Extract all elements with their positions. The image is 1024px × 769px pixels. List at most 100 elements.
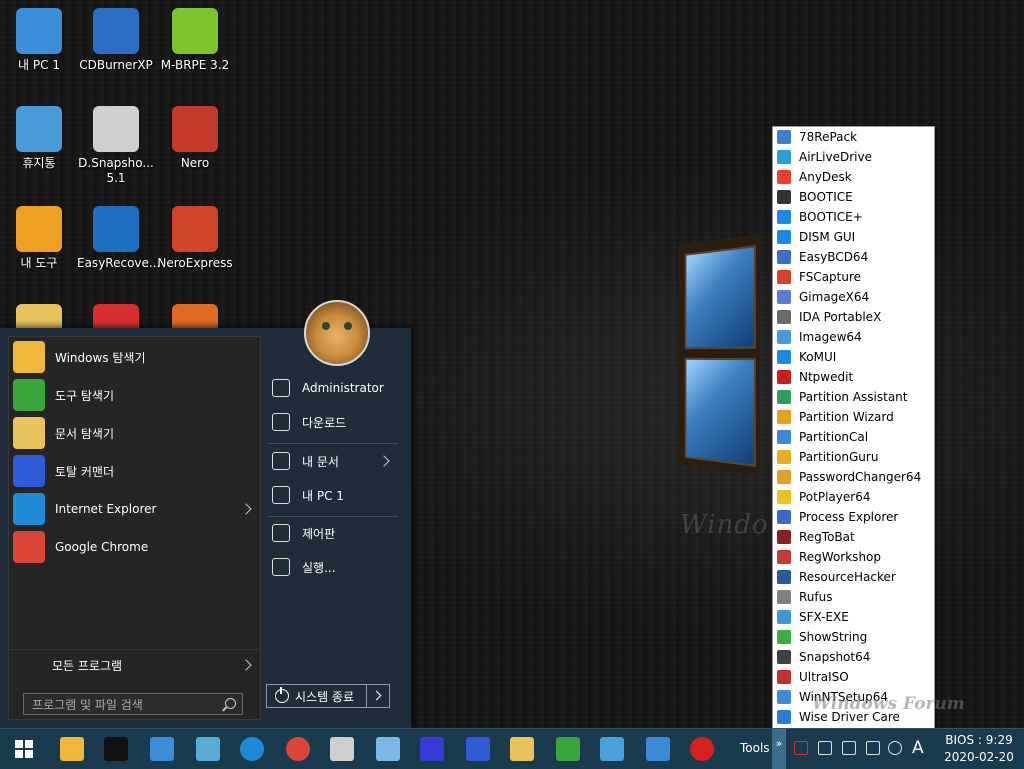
tools-explorer-icon[interactable] <box>556 737 580 761</box>
drive-icon[interactable] <box>330 737 354 761</box>
tools-menu-item[interactable]: Snapshot64 <box>774 647 932 667</box>
computer-icon[interactable] <box>150 737 174 761</box>
tools-menu-item-label: Partition Assistant <box>799 390 908 404</box>
tools-menu-item[interactable]: PartitionCal <box>774 427 932 447</box>
pinned-program-item[interactable]: 도구 탐색기 <box>9 377 260 413</box>
display-tray-icon[interactable] <box>818 741 832 755</box>
tools-menu-item[interactable]: KoMUI <box>774 347 932 367</box>
pinned-program-label: 문서 탐색기 <box>55 426 115 441</box>
qr-tool-icon[interactable] <box>420 737 444 761</box>
start-button[interactable] <box>0 729 48 769</box>
tools-menu-item[interactable]: RegToBat <box>774 527 932 547</box>
tools-menu-item[interactable]: GimageX64 <box>774 287 932 307</box>
tools-menu-item[interactable]: BOOTICE <box>774 187 932 207</box>
pinned-program-label: Internet Explorer <box>55 502 157 516</box>
tools-menu-item-label: IDA PortableX <box>799 310 882 324</box>
start-place-item[interactable]: Administrator <box>268 371 398 405</box>
documents-explorer-icon[interactable] <box>510 737 534 761</box>
start-place-label: 다운로드 <box>302 415 347 430</box>
input-method-indicator[interactable]: A <box>912 738 924 758</box>
tools-menu-item[interactable]: Imagew64 <box>774 327 932 347</box>
tools-menu-item[interactable]: AirLiveDrive <box>774 147 932 167</box>
tools-menu-item[interactable]: Process Explorer <box>774 507 932 527</box>
desktop-icon[interactable]: EasyRecove... <box>77 206 160 271</box>
monitor-tray-icon[interactable] <box>866 741 880 755</box>
tools-menu-item[interactable]: DISM GUI <box>774 227 932 247</box>
wallpaper-windows-text: Windo <box>680 510 769 540</box>
all-programs-button[interactable]: 모든 프로그램 <box>9 649 260 680</box>
tool-app-icon <box>777 610 791 624</box>
tools-menu-item[interactable]: Partition Wizard <box>774 407 932 427</box>
shutdown-options-arrow[interactable] <box>366 685 389 707</box>
pinned-program-item[interactable]: Windows 탐색기 <box>9 339 260 375</box>
tools-menu-item[interactable]: UltraISO <box>774 667 932 687</box>
tool-app-icon <box>777 250 791 264</box>
desktop-icon[interactable]: M-BRPE 3.2 <box>156 8 234 73</box>
tools-menu-item[interactable]: Ntpwedit <box>774 367 932 387</box>
user-avatar[interactable] <box>304 300 370 366</box>
desktop-icon-label: NeroExpress <box>157 256 233 270</box>
start-place-item[interactable]: 내 문서 <box>268 444 398 478</box>
desktop-icon[interactable]: Nero <box>156 106 234 171</box>
desktop-icon[interactable]: NeroExpress <box>156 206 234 271</box>
tools-menu-item[interactable]: PasswordChanger64 <box>774 467 932 487</box>
forum-watermark: Windows Forum <box>812 694 965 714</box>
pinned-program-item[interactable]: 문서 탐색기 <box>9 415 260 451</box>
tools-menu-item[interactable]: Partition Assistant <box>774 387 932 407</box>
tools-menu-item[interactable]: BOOTICE+ <box>774 207 932 227</box>
volume-icon[interactable] <box>888 741 902 755</box>
notepad-icon[interactable] <box>376 737 400 761</box>
network-tray-icon[interactable] <box>842 741 856 755</box>
power-icon[interactable] <box>690 737 714 761</box>
star-icon <box>272 452 290 470</box>
tools-menu-item[interactable]: PotPlayer64 <box>774 487 932 507</box>
tools-menu-item[interactable]: Rufus <box>774 587 932 607</box>
app-tray-icon[interactable] <box>794 741 808 755</box>
pinned-program-item[interactable]: Internet Explorer <box>9 491 260 527</box>
tools-menu-item[interactable]: SFX-EXE <box>774 607 932 627</box>
display-icon[interactable] <box>646 737 670 761</box>
nero-icon <box>172 106 218 152</box>
desktop-icon[interactable]: 내 도구 <box>0 206 78 271</box>
tools-menu-item[interactable]: AnyDesk <box>774 167 932 187</box>
desktop-icon[interactable]: D.Snapsho... 5.1 <box>77 106 155 186</box>
tool-app-icon <box>777 330 791 344</box>
desktop-icon[interactable]: 내 PC 1 <box>0 8 78 73</box>
network-icon[interactable] <box>600 737 624 761</box>
clock[interactable]: BIOS : 9:29 2020-02-20 <box>934 732 1024 766</box>
tool-app-icon <box>777 550 791 564</box>
pinned-program-item[interactable]: Google Chrome <box>9 529 260 565</box>
shutdown-button[interactable]: 시스템 종료 <box>266 684 390 708</box>
tools-menu-item[interactable]: IDA PortableX <box>774 307 932 327</box>
program-search-input[interactable]: 프로그램 및 파일 검색 <box>23 693 243 715</box>
command-prompt-icon[interactable] <box>104 737 128 761</box>
chevron-right-icon <box>378 455 390 467</box>
tools-menu-item[interactable]: EasyBCD64 <box>774 247 932 267</box>
start-place-item[interactable]: 실행... <box>268 550 398 584</box>
start-place-item[interactable]: 내 PC 1 <box>268 478 398 512</box>
taskbar: Tools » A BIOS : 9:29 2020-02-20 <box>0 728 1024 769</box>
tool-app-icon <box>777 350 791 364</box>
desktop-icon[interactable]: 휴지통 <box>0 106 78 171</box>
tools-menu-item[interactable]: ShowString <box>774 627 932 647</box>
internet-explorer-icon[interactable] <box>240 737 264 761</box>
tools-menu-item[interactable]: RegWorkshop <box>774 547 932 567</box>
tools-menu-item[interactable]: ResourceHacker <box>774 567 932 587</box>
tools-toolbar-chevron[interactable]: » <box>772 729 786 769</box>
tools-menu-item[interactable]: 78RePack <box>774 127 932 147</box>
task-manager-icon[interactable] <box>196 737 220 761</box>
tools-menu-item[interactable]: PartitionGuru <box>774 447 932 467</box>
tool-app-icon <box>777 150 791 164</box>
tools-menu-item-label: SFX-EXE <box>799 610 849 624</box>
pinned-program-item[interactable]: 토탈 커맨더 <box>9 453 260 489</box>
desktop-icon[interactable]: CDBurnerXP <box>77 8 155 73</box>
floppy-save-icon[interactable] <box>466 737 490 761</box>
tools-menu-item[interactable]: FSCapture <box>774 267 932 287</box>
start-place-item[interactable]: 제어판 <box>268 516 398 550</box>
file-explorer-icon[interactable] <box>60 737 84 761</box>
start-place-label: 제어판 <box>302 526 336 541</box>
search-icon <box>225 698 236 709</box>
start-place-item[interactable]: 다운로드 <box>268 405 398 439</box>
tools-toolbar-label[interactable]: Tools <box>740 741 770 755</box>
chrome-icon[interactable] <box>286 737 310 761</box>
